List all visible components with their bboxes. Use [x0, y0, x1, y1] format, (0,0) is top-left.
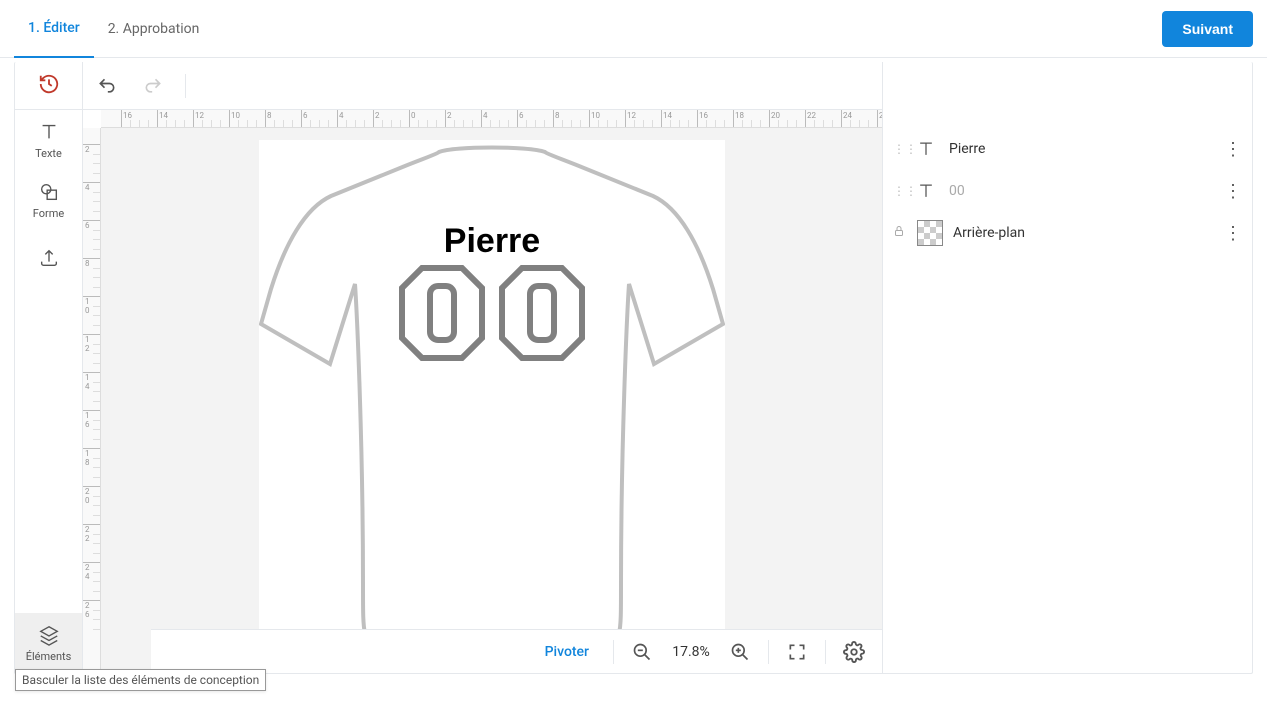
separator — [185, 74, 186, 98]
history-icon[interactable] — [38, 73, 60, 99]
text-layer-icon — [913, 178, 939, 204]
layer-more-icon[interactable]: ⋮ — [1224, 139, 1242, 160]
background-swatch-icon — [917, 220, 943, 246]
design-name-text[interactable]: Pierre — [259, 222, 725, 262]
settings-button[interactable] — [840, 638, 868, 666]
svg-text:Pierre: Pierre — [443, 222, 539, 260]
ruler-vertical: 24681 01 21 41 61 82 02 22 42 6 — [83, 128, 101, 673]
layer-label: 00 — [949, 183, 1214, 199]
layer-item-number[interactable]: ⋮⋮ 00 ⋮ — [883, 170, 1252, 212]
text-layer-icon — [913, 136, 939, 162]
layer-more-icon[interactable]: ⋮ — [1224, 181, 1242, 202]
step-edit[interactable]: 1. Éditer — [14, 0, 94, 58]
tool-text-label: Texte — [35, 147, 62, 160]
zoom-value: 17.8% — [666, 644, 716, 660]
pivot-button[interactable]: Pivoter — [535, 638, 599, 666]
tool-upload[interactable] — [15, 230, 82, 290]
undo-button[interactable] — [93, 72, 121, 100]
zoom-out-button[interactable] — [628, 638, 656, 666]
bottom-bar: Pivoter 17.8% — [151, 629, 882, 673]
tool-shape-label: Forme — [33, 207, 64, 220]
layer-label: Arrière-plan — [953, 225, 1214, 241]
layer-label: Pierre — [949, 141, 1214, 157]
tooltip-elements: Basculer la liste des éléments de concep… — [15, 669, 266, 691]
tool-text[interactable]: Texte — [15, 110, 82, 170]
tool-shape[interactable]: Forme — [15, 170, 82, 230]
layer-item-pierre[interactable]: ⋮⋮ Pierre ⋮ — [883, 128, 1252, 170]
layers-panel: ⋮⋮ Pierre ⋮ ⋮⋮ 00 ⋮ Arrière-plan ⋮ — [882, 62, 1252, 673]
next-button[interactable]: Suivant — [1162, 11, 1253, 47]
tool-elements[interactable]: Éléments Basculer la liste des éléments … — [15, 613, 82, 673]
canvas-area[interactable]: Pierre — [101, 128, 882, 673]
tool-elements-label: Éléments — [26, 650, 72, 663]
layer-more-icon[interactable]: ⋮ — [1224, 223, 1242, 244]
artboard[interactable]: Pierre — [259, 140, 725, 638]
zoom-in-button[interactable] — [726, 638, 754, 666]
layer-item-background[interactable]: Arrière-plan ⋮ — [883, 212, 1252, 254]
lock-icon — [893, 225, 907, 241]
redo-button — [139, 72, 167, 100]
design-number-text[interactable] — [259, 258, 725, 368]
fit-screen-button[interactable] — [783, 638, 811, 666]
tshirt-outline — [259, 144, 725, 644]
drag-handle-icon[interactable]: ⋮⋮ — [893, 147, 903, 151]
drag-handle-icon[interactable]: ⋮⋮ — [893, 189, 903, 193]
ruler-horizontal: 1614121086420246810121416182022242628 — [101, 110, 882, 128]
step-approve[interactable]: 2. Approbation — [94, 0, 214, 58]
